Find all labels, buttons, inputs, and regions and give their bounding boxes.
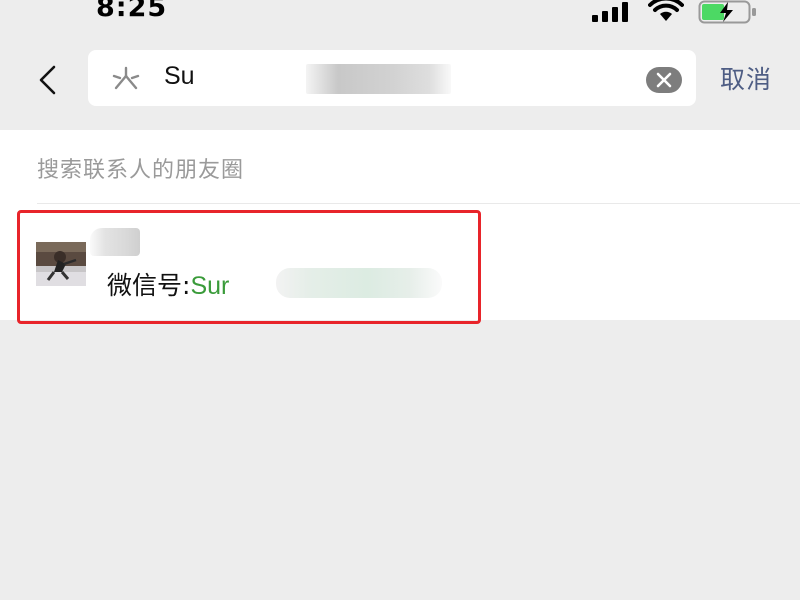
status-bar: 8:25 [0, 0, 800, 30]
clear-icon [656, 72, 672, 88]
signal-icon [592, 2, 628, 22]
battery-charging-icon [698, 0, 756, 24]
wifi-icon [648, 0, 684, 21]
search-input[interactable]: Su [88, 50, 696, 106]
back-button[interactable] [30, 60, 64, 100]
divider [37, 203, 800, 204]
chevron-left-icon [39, 65, 56, 95]
redacted-query-blur [306, 64, 451, 94]
status-time: 8:25 [96, 0, 168, 23]
voice-input-icon[interactable] [108, 64, 144, 94]
cancel-button[interactable]: 取消 [720, 60, 772, 96]
search-query-text[interactable]: Su [164, 62, 195, 91]
highlight-annotation [17, 210, 481, 324]
search-moments-link[interactable]: 搜索联系人的朋友圈 [37, 152, 244, 184]
clear-button[interactable] [646, 67, 682, 93]
